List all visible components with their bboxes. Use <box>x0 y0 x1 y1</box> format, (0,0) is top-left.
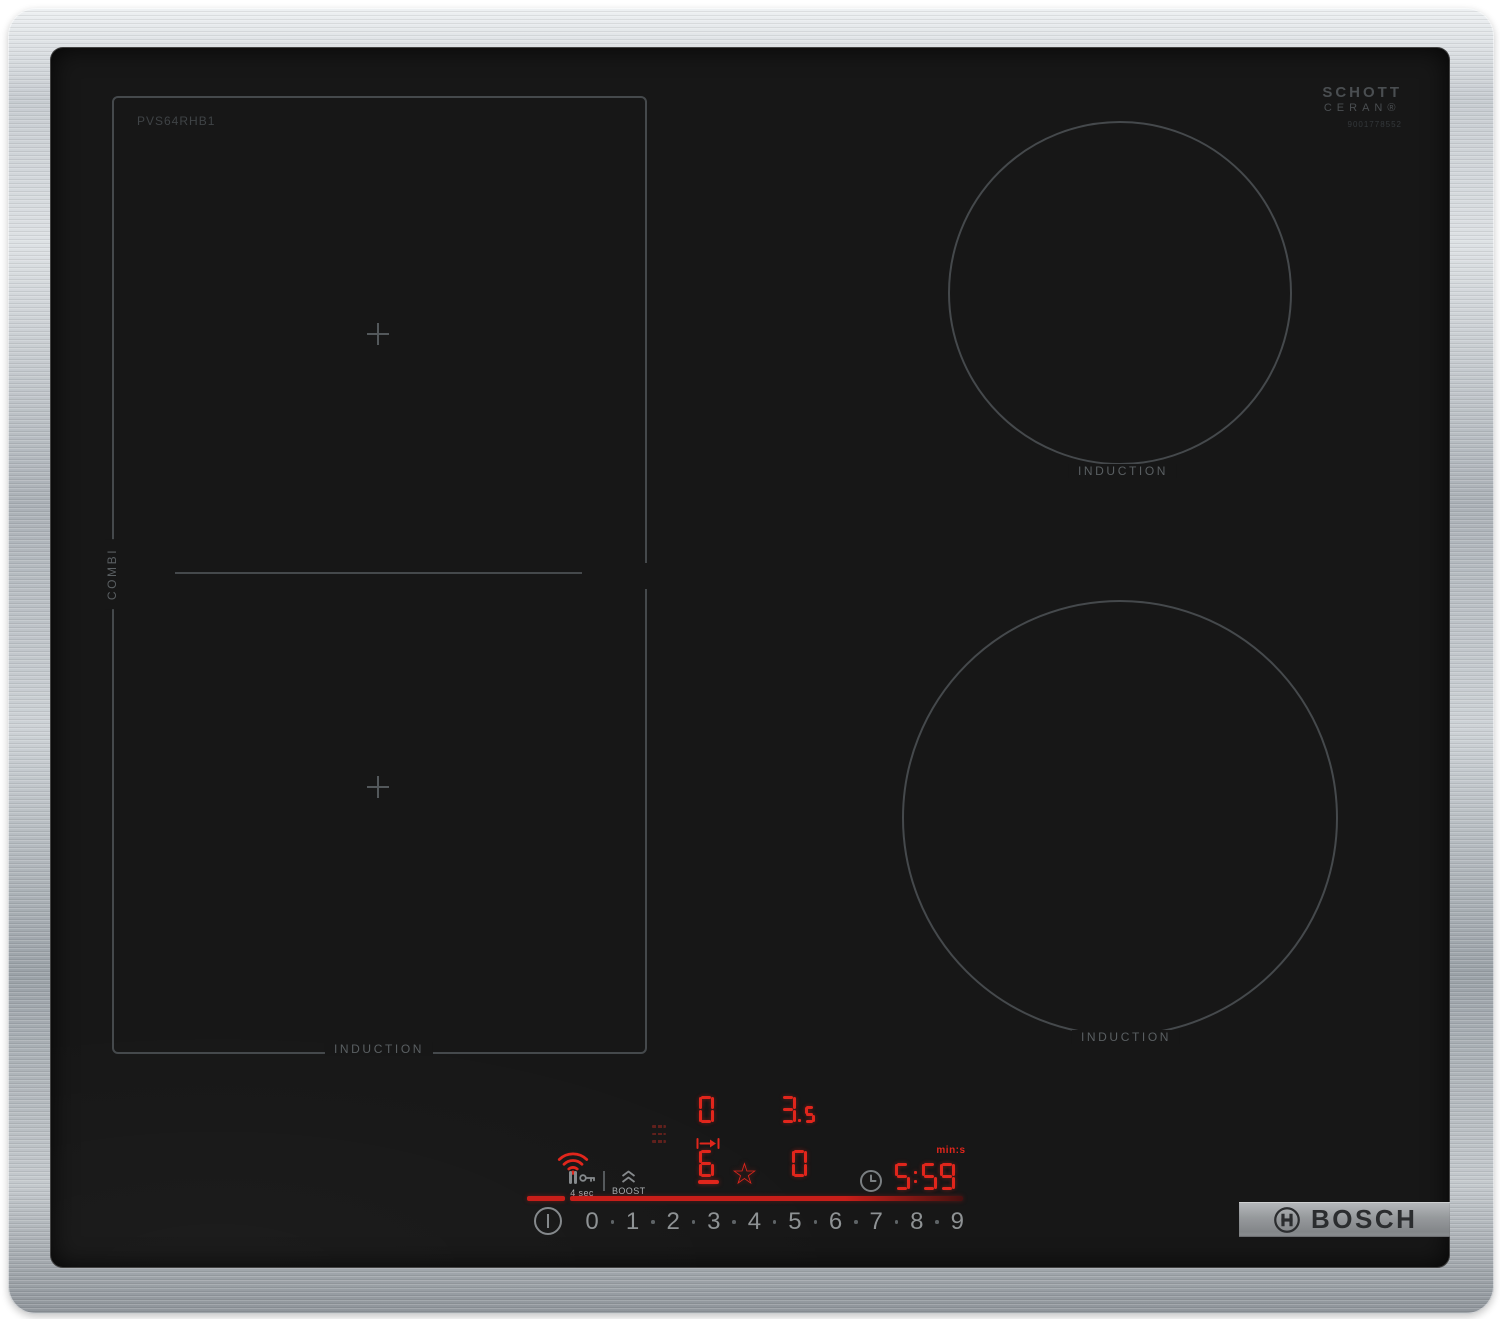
boost-key[interactable]: BOOST <box>612 1170 646 1196</box>
power-level-key[interactable]: 8 <box>905 1208 929 1236</box>
power-level-separator-dot <box>888 1220 905 1224</box>
schott-ceran-line2: CERAN® <box>1323 102 1401 114</box>
power-level-key[interactable]: 5 <box>783 1208 807 1236</box>
seven-segment-digit <box>781 1096 796 1123</box>
combi-zone-outline <box>112 96 647 1054</box>
power-level-separator-dot <box>848 1220 865 1224</box>
key-divider <box>603 1171 605 1191</box>
power-button[interactable] <box>534 1207 562 1235</box>
seven-segment-digit <box>921 1163 937 1190</box>
combi-label: COMBI <box>105 538 119 610</box>
combi-zone-divider <box>175 572 582 574</box>
seven-segment-digit <box>698 1150 714 1177</box>
power-level-key[interactable]: 7 <box>864 1208 888 1236</box>
timer-clock-icon[interactable] <box>859 1169 883 1193</box>
hob-glass-surface: PVS64RHB1 SCHOTT CERAN® 9001778552 COMBI… <box>50 47 1450 1268</box>
seven-segment-digit <box>804 1106 815 1123</box>
selected-zone-underline <box>698 1180 719 1184</box>
zone-display-bottom-right[interactable] <box>790 1150 808 1177</box>
power-level-separator-dot <box>766 1220 783 1224</box>
schott-ceran-line1: SCHOTT <box>1322 84 1402 101</box>
power-level-key[interactable]: 2 <box>661 1208 685 1236</box>
power-level-key[interactable]: 3 <box>702 1208 726 1236</box>
power-level-separator-dot <box>929 1220 946 1224</box>
zone-display-bottom-left[interactable] <box>697 1150 715 1177</box>
induction-label-top-right: INDUCTION <box>1068 464 1178 478</box>
induction-label-combi: INDUCTION <box>324 1042 434 1056</box>
timer-move-arrow-icon <box>696 1138 720 1149</box>
power-level-separator-dot <box>726 1220 743 1224</box>
power-level-key[interactable]: 6 <box>824 1208 848 1236</box>
favorite-star-icon[interactable]: ☆ <box>731 1160 758 1190</box>
sensor-level-indicator <box>652 1125 668 1148</box>
power-level-slider[interactable]: 0123456789 <box>580 1207 969 1237</box>
seven-segment-digit <box>939 1163 955 1190</box>
induction-label-bottom-right: INDUCTION <box>1071 1030 1181 1044</box>
outline-gap <box>637 563 649 589</box>
power-level-key[interactable]: 9 <box>945 1208 969 1236</box>
hob-stainless-frame: PVS64RHB1 SCHOTT CERAN® 9001778552 COMBI… <box>8 8 1494 1314</box>
timer-unit-label: min:s <box>936 1145 966 1156</box>
seven-segment-digit <box>791 1150 807 1177</box>
boost-chevrons-icon <box>622 1170 636 1183</box>
zone-cross-icon <box>367 323 389 345</box>
glass-code: 9001778552 <box>1347 120 1402 129</box>
schott-ceran-logo: SCHOTT CERAN® 9001778552 <box>1322 84 1402 129</box>
lock-and-boost-keys: 4 sec BOOST <box>568 1170 646 1198</box>
child-lock-key[interactable]: 4 sec <box>568 1170 596 1198</box>
bosch-wordmark: BOSCH <box>1311 1204 1418 1234</box>
power-level-key[interactable]: 0 <box>580 1208 604 1236</box>
seven-segment-digit <box>894 1163 910 1190</box>
seven-segment-digit <box>698 1096 714 1123</box>
power-level-separator-dot <box>604 1220 621 1224</box>
power-slider-bar <box>570 1196 963 1201</box>
boost-label: BOOST <box>612 1186 646 1196</box>
cooking-zone-bottom-right-outline <box>902 600 1338 1036</box>
power-level-key[interactable]: 1 <box>621 1208 645 1236</box>
bosch-anchor-logo-icon <box>1274 1206 1300 1233</box>
power-indicator-bar <box>527 1196 565 1201</box>
cooking-zone-top-right-outline <box>948 121 1292 465</box>
power-level-separator-dot <box>685 1220 702 1224</box>
bosch-badge: BOSCH <box>1239 1202 1450 1237</box>
power-level-separator-dot <box>645 1220 662 1224</box>
zone-cross-icon <box>367 776 389 798</box>
power-level-separator-dot <box>807 1220 824 1224</box>
zone-display-top-right[interactable] <box>779 1096 816 1123</box>
child-lock-key-icon <box>579 1174 587 1182</box>
seven-segment-colon <box>912 1163 919 1190</box>
power-level-key[interactable]: 4 <box>742 1208 766 1236</box>
pause-icon <box>569 1171 572 1184</box>
timer-display <box>893 1163 956 1190</box>
seven-segment-decimal <box>798 1119 801 1122</box>
product-photo: PVS64RHB1 SCHOTT CERAN® 9001778552 COMBI… <box>0 0 1500 1319</box>
zone-display-top-left[interactable] <box>697 1096 715 1123</box>
